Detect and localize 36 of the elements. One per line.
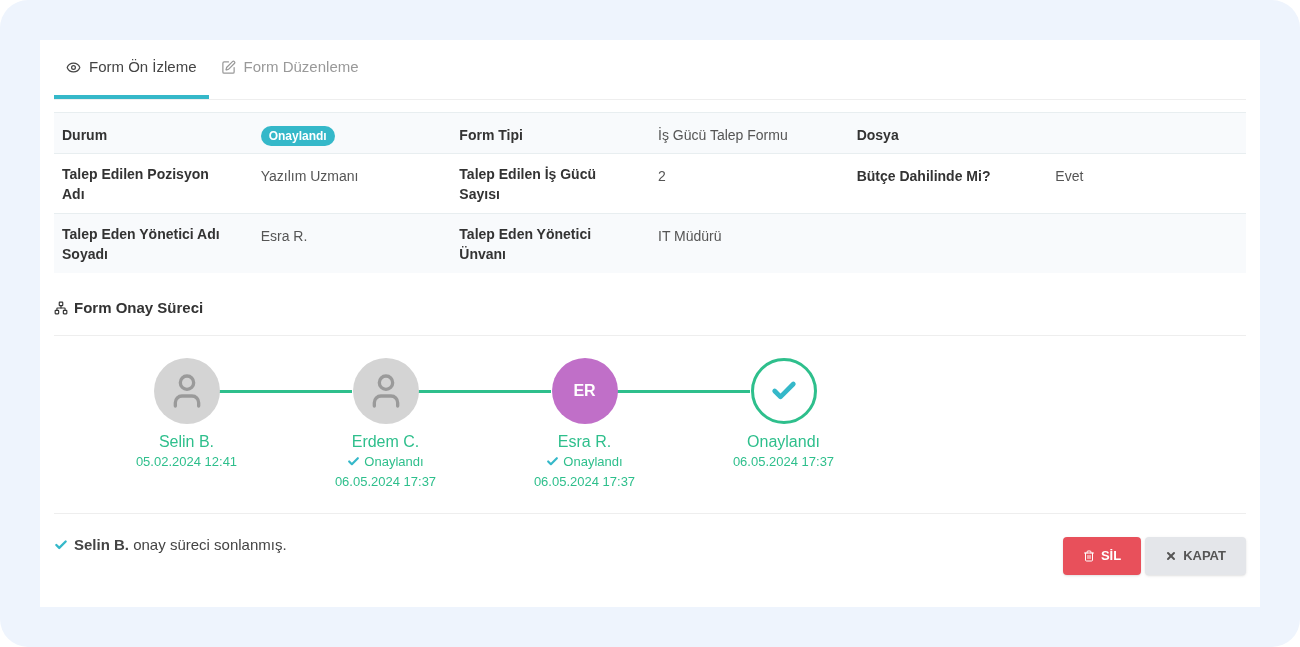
step-date: 06.05.2024 17:37 — [732, 453, 835, 471]
field-value: 2 — [658, 167, 666, 184]
field-value: Yazılım Uzmanı — [260, 167, 359, 184]
eye-icon — [66, 59, 81, 75]
field-label: Talep Edilen Pozisyon Adı — [62, 164, 210, 204]
tab[interactable]: Form Ön İzleme — [54, 40, 209, 99]
field-label: Durum — [62, 125, 108, 145]
field-label: Talep Eden Yönetici Adı Soyadı — [62, 224, 221, 264]
step-date: 05.02.2024 12:41 — [135, 453, 238, 471]
edit-icon — [220, 59, 236, 75]
step-date: 06.05.2024 17:37 — [334, 472, 437, 491]
field-value: Evet — [1055, 167, 1084, 184]
step-date: 06.05.2024 17:37 — [533, 472, 636, 491]
field-label: Talep Eden Yönetici Ünvanı — [459, 224, 593, 264]
field-value: Esra R. — [260, 227, 308, 244]
delete-button[interactable]: SİL — [1062, 537, 1142, 575]
step-name: Esra R. — [557, 432, 612, 452]
step-name: Erdem C. — [351, 432, 420, 452]
field-label: Talep Edilen İş Gücü Sayısı — [459, 164, 597, 204]
step-name: Selin B. — [158, 432, 215, 452]
field-label: Dosya — [856, 125, 899, 145]
field-label: Bütçe Dahilinde Mi? — [856, 166, 991, 186]
step-status: Onaylandı — [563, 453, 623, 471]
step-status: Onaylandı — [364, 453, 424, 471]
field-label: Form Tipi — [459, 125, 523, 145]
step-name: Onaylandı — [747, 432, 820, 452]
status-message: Selin B. onay süreci sonlanmış. — [74, 535, 287, 555]
section-title: Form Onay Süreci — [74, 297, 204, 318]
field-value: İş Gücü Talep Formu — [658, 126, 788, 143]
close-button[interactable]: KAPAT — [1145, 537, 1246, 575]
initials-avatar: ER — [551, 358, 618, 424]
close-icon — [1165, 550, 1178, 562]
hierarchy-icon — [54, 300, 68, 315]
status-badge: Onaylandı — [260, 125, 335, 146]
trash-icon — [1082, 550, 1095, 562]
field-value: IT Müdürü — [658, 227, 722, 244]
